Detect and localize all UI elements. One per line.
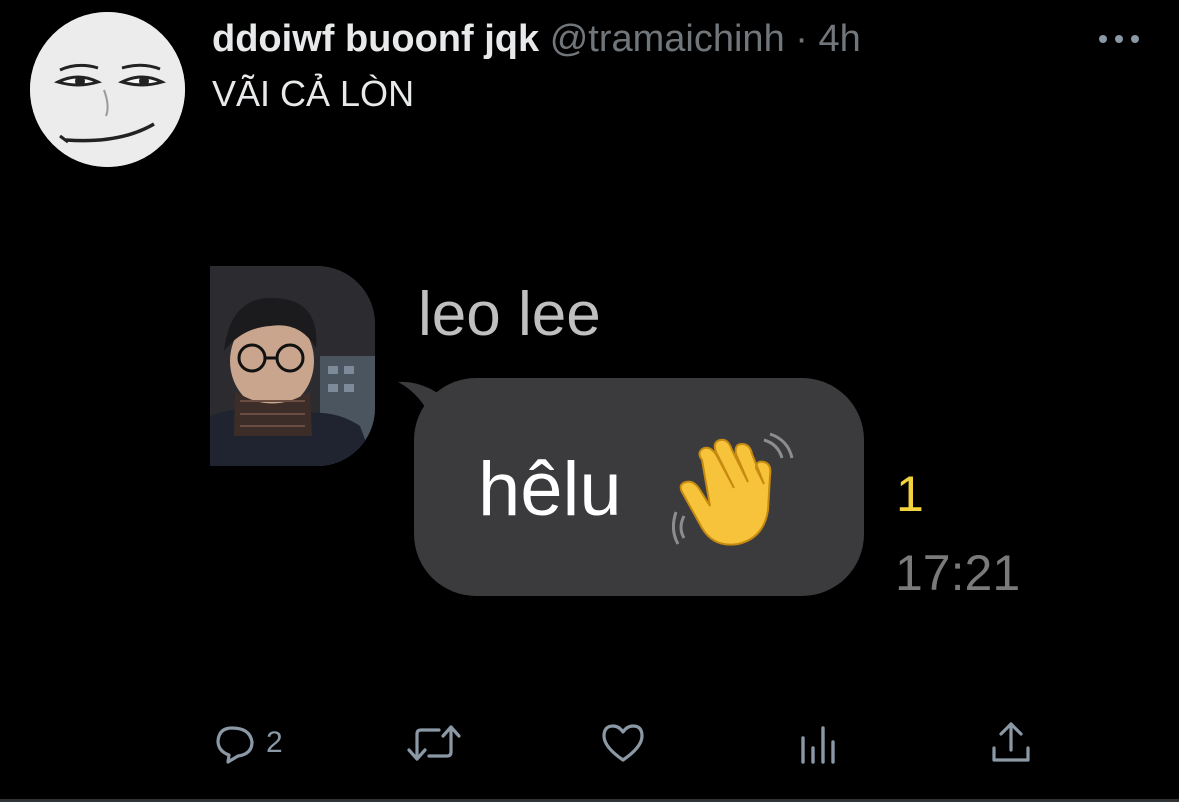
more-dot-icon	[1099, 35, 1107, 43]
more-options-button[interactable]	[1099, 26, 1139, 52]
analytics-bar-icon	[801, 726, 835, 764]
share-button[interactable]	[988, 718, 1034, 768]
chat-sender-name: leo lee	[418, 280, 601, 349]
tweet-text: VÃI CẢ LÒN	[212, 73, 415, 114]
tweet-timestamp[interactable]: 4h	[818, 18, 860, 60]
retweet-icon	[407, 725, 461, 761]
author-handle[interactable]: @tramaichinh	[550, 18, 785, 60]
waving-hand-icon	[672, 432, 794, 546]
heart-icon	[602, 724, 644, 762]
reply-icon	[216, 726, 254, 764]
tweet-header: ddoiwf buoonf jqk @tramaichinh · 4h	[212, 16, 861, 62]
meme-face-avatar-image	[30, 12, 185, 167]
unread-count-badge: 1	[896, 466, 924, 522]
share-upload-icon	[992, 722, 1030, 762]
chat-message-time: 17:21	[895, 545, 1021, 601]
author-avatar[interactable]	[30, 12, 185, 167]
more-dot-icon	[1131, 35, 1139, 43]
reply-button[interactable]: 2	[212, 718, 283, 768]
chat-sender-avatar	[210, 266, 375, 466]
sender-photo-image	[210, 266, 375, 466]
reply-count: 2	[266, 726, 283, 759]
header-separator: ·	[795, 18, 808, 60]
more-dot-icon	[1115, 35, 1123, 43]
chat-message-text: hêlu	[478, 447, 622, 532]
like-button[interactable]	[600, 718, 654, 768]
retweet-button[interactable]	[405, 718, 471, 768]
views-button[interactable]	[796, 718, 850, 768]
author-display-name[interactable]: ddoiwf buoonf jqk	[212, 18, 539, 60]
